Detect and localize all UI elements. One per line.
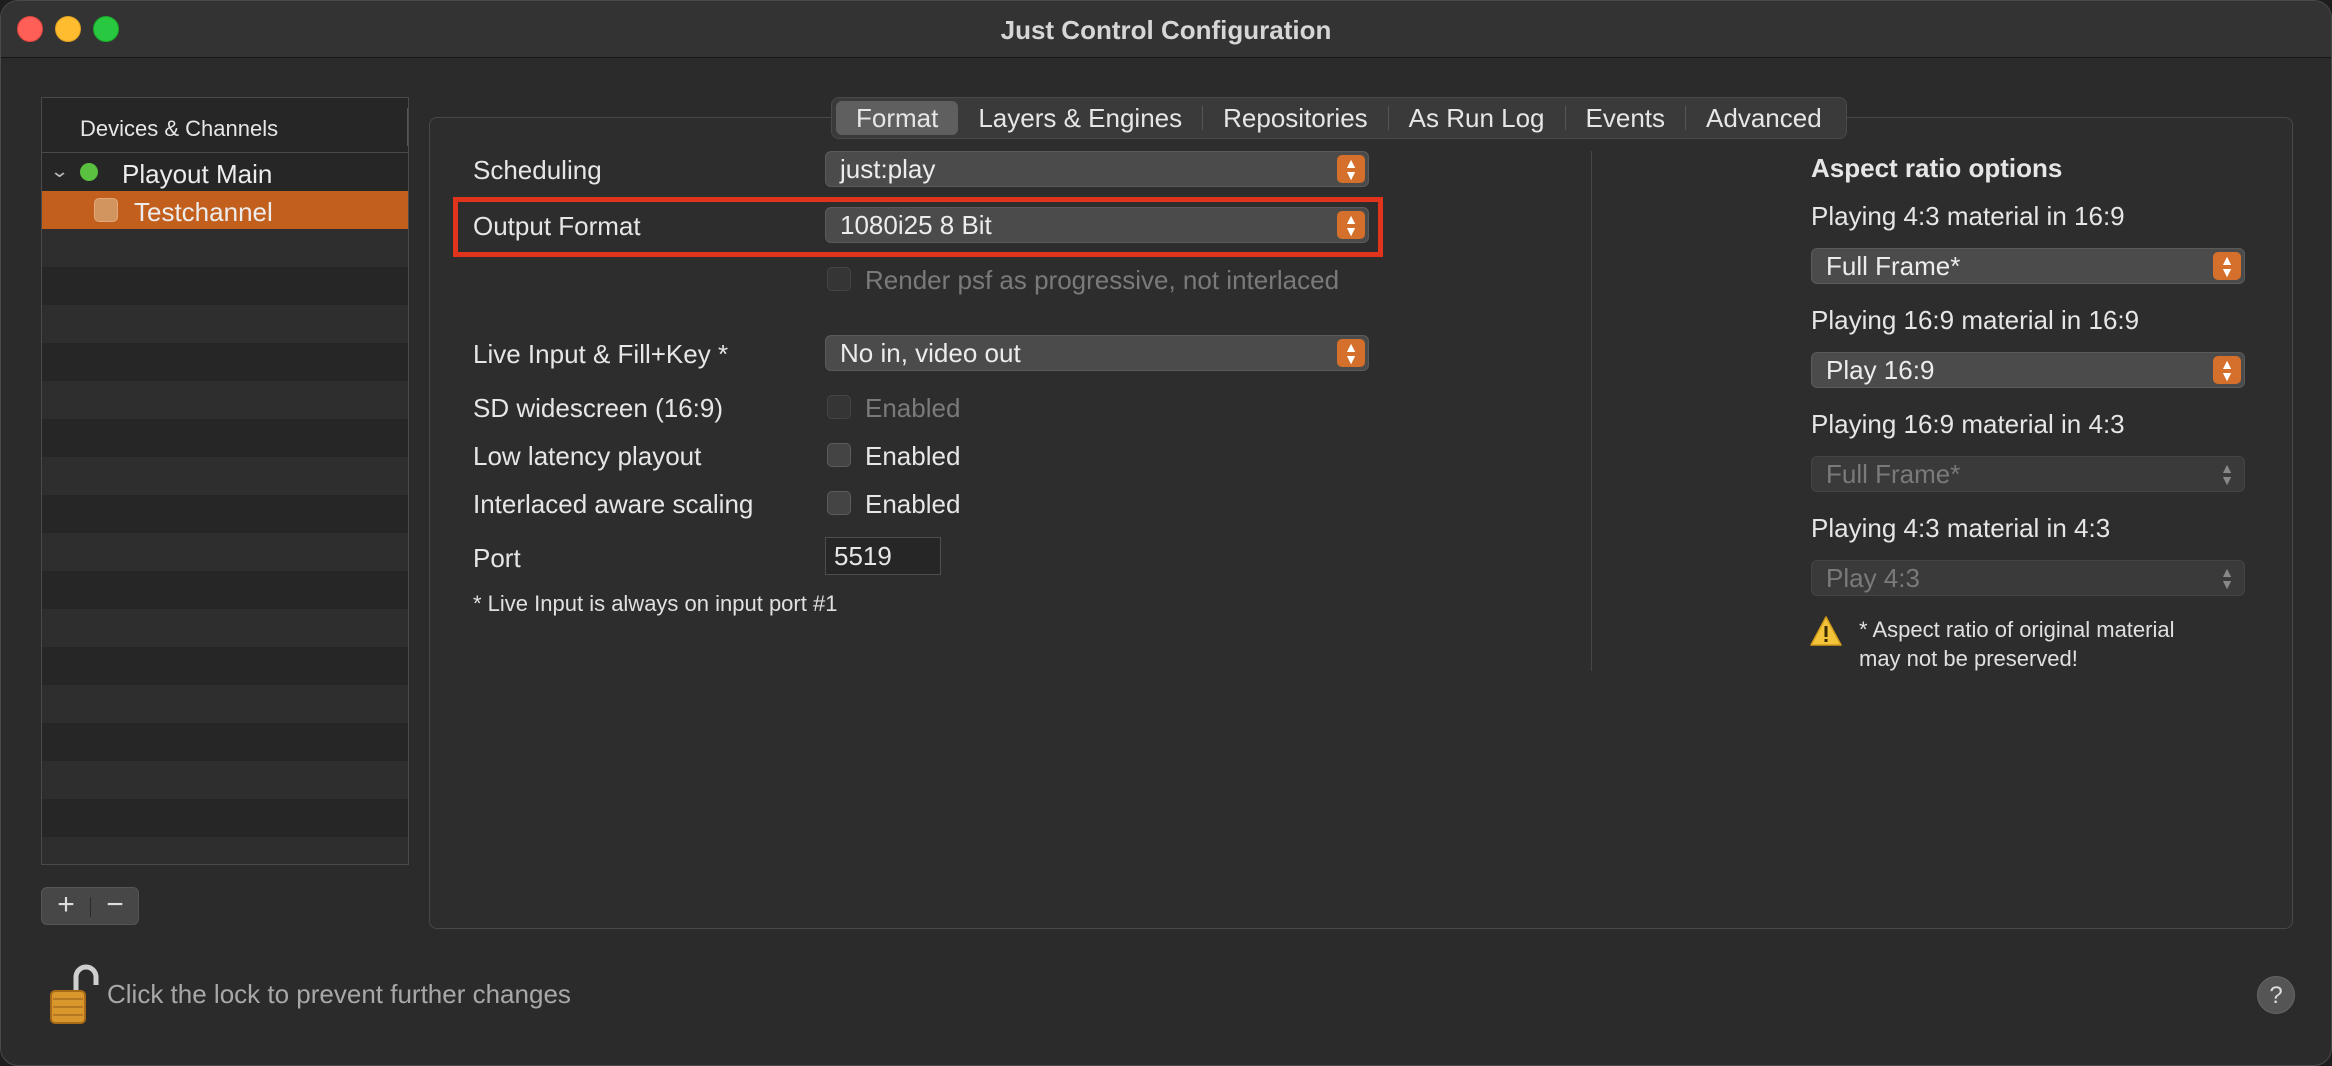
sidebar-item-testchannel[interactable]: Testchannel: [42, 191, 408, 229]
list-row-empty: [42, 647, 408, 685]
column-divider[interactable]: [407, 108, 408, 146]
up-down-arrows-icon: ▲ ▼: [2220, 564, 2234, 592]
interlaced-scaling-label: Interlaced aware scaling: [473, 489, 754, 519]
up-down-arrows-icon: ▲ ▼: [2213, 252, 2241, 280]
add-remove-control: + −: [41, 887, 139, 925]
aspect-opt3-label: Playing 16:9 material in 4:3: [1811, 409, 2125, 439]
tab-repositories[interactable]: Repositories: [1203, 101, 1388, 135]
aspect-opt1-popup[interactable]: Full Frame* ▲ ▼: [1811, 248, 2245, 284]
live-input-note: * Live Input is always on input port #1: [473, 591, 838, 616]
up-down-arrows-icon: ▲ ▼: [1337, 339, 1365, 367]
window-title: Just Control Configuration: [1000, 15, 1332, 45]
scheduling-value: just:play: [840, 154, 936, 184]
output-format-popup[interactable]: 1080i25 8 Bit ▲ ▼: [825, 207, 1369, 243]
aspect-opt1-label: Playing 4:3 material in 16:9: [1811, 201, 2125, 231]
output-format-value: 1080i25 8 Bit: [840, 210, 992, 240]
output-format-label: Output Format: [473, 211, 641, 241]
title-bar: Just Control Configuration: [1, 1, 2331, 58]
up-down-arrows-icon: ▲ ▼: [2213, 356, 2241, 384]
channel-icon: [94, 198, 118, 222]
tab-bar: Format Layers & Engines Repositories As …: [831, 97, 1847, 139]
tab-events[interactable]: Events: [1566, 101, 1686, 135]
remove-button[interactable]: −: [91, 888, 139, 924]
help-button[interactable]: ?: [2257, 976, 2295, 1014]
aspect-opt3-popup[interactable]: Full Frame* ▲ ▼: [1811, 456, 2245, 492]
scheduling-label: Scheduling: [473, 155, 602, 185]
list-row-empty: [42, 761, 408, 799]
render-psf-checkbox[interactable]: [827, 267, 851, 291]
up-down-arrows-icon: ▲ ▼: [2220, 460, 2234, 488]
warning-icon: [1810, 616, 1842, 646]
live-input-label: Live Input & Fill+Key *: [473, 339, 729, 369]
aspect-opt1-value: Full Frame*: [1826, 251, 1961, 281]
up-down-arrows-icon: ▲ ▼: [1337, 155, 1365, 183]
list-row-empty: [42, 799, 408, 837]
devices-channels-list: Devices & Channels ⌄ Playout Main Testch…: [41, 97, 409, 865]
list-row-empty: [42, 723, 408, 761]
list-row-empty: [42, 495, 408, 533]
port-label: Port: [473, 543, 521, 573]
aspect-opt4-label: Playing 4:3 material in 4:3: [1811, 513, 2111, 543]
sd-widescreen-cb-label: Enabled: [865, 393, 961, 423]
add-button[interactable]: +: [42, 888, 90, 924]
aspect-opt2-label: Playing 16:9 material in 16:9: [1811, 305, 2140, 335]
list-row-empty: [42, 457, 408, 495]
up-down-arrows-icon: ▲ ▼: [1337, 211, 1365, 239]
list-row-empty: [42, 267, 408, 305]
list-row-empty: [42, 381, 408, 419]
list-row-empty: [42, 305, 408, 343]
aspect-opt2-popup[interactable]: Play 16:9 ▲ ▼: [1811, 352, 2245, 388]
live-input-value: No in, video out: [840, 338, 1021, 368]
list-row-empty: [42, 419, 408, 457]
interlaced-scaling-cb-label: Enabled: [865, 489, 961, 519]
status-dot-icon: [80, 163, 98, 181]
low-latency-checkbox[interactable]: [827, 443, 851, 467]
lock-status-text: Click the lock to prevent further change…: [107, 979, 571, 1009]
sidebar-item-label: Testchannel: [134, 197, 273, 227]
sidebar-item-label: Playout Main: [122, 159, 273, 189]
aspect-opt4-value: Play 4:3: [1826, 563, 1920, 593]
sidebar-header: Devices & Channels: [42, 98, 408, 153]
aspect-opt4-popup[interactable]: Play 4:3 ▲ ▼: [1811, 560, 2245, 596]
tab-advanced[interactable]: Advanced: [1686, 101, 1842, 135]
aspect-warning-text: * Aspect ratio of original material may …: [1859, 617, 2175, 671]
live-input-popup[interactable]: No in, video out ▲ ▼: [825, 335, 1369, 371]
port-input[interactable]: 5519: [825, 537, 941, 575]
list-row-empty: [42, 837, 408, 864]
sidebar-header-label: Devices & Channels: [80, 116, 279, 141]
aspect-ratio-title: Aspect ratio options: [1811, 153, 2063, 183]
column-separator: [1591, 151, 1592, 671]
list-row-empty: [42, 571, 408, 609]
render-psf-label: Render psf as progressive, not interlace…: [865, 265, 1340, 295]
scheduling-popup[interactable]: just:play ▲ ▼: [825, 151, 1369, 187]
list-row-empty: [42, 343, 408, 381]
low-latency-cb-label: Enabled: [865, 441, 961, 471]
list-row-empty: [42, 533, 408, 571]
tab-as-run-log[interactable]: As Run Log: [1389, 101, 1565, 135]
sd-widescreen-checkbox[interactable]: [827, 395, 851, 419]
sidebar-item-playout-main[interactable]: ⌄ Playout Main: [42, 153, 408, 191]
app-window: Just Control Configuration Devices & Cha…: [0, 0, 2332, 1066]
interlaced-scaling-checkbox[interactable]: [827, 491, 851, 515]
list-row-empty: [42, 685, 408, 723]
lock-open-icon[interactable]: [49, 963, 99, 1025]
chevron-down-icon[interactable]: ⌄: [50, 161, 70, 182]
tab-format[interactable]: Format: [836, 101, 959, 135]
aspect-opt3-value: Full Frame*: [1826, 459, 1961, 489]
sd-widescreen-label: SD widescreen (16:9): [473, 393, 723, 423]
tab-layers-engines[interactable]: Layers & Engines: [958, 101, 1202, 135]
list-row-empty: [42, 229, 408, 267]
low-latency-label: Low latency playout: [473, 441, 702, 471]
list-row-empty: [42, 609, 408, 647]
aspect-opt2-value: Play 16:9: [1826, 355, 1935, 385]
